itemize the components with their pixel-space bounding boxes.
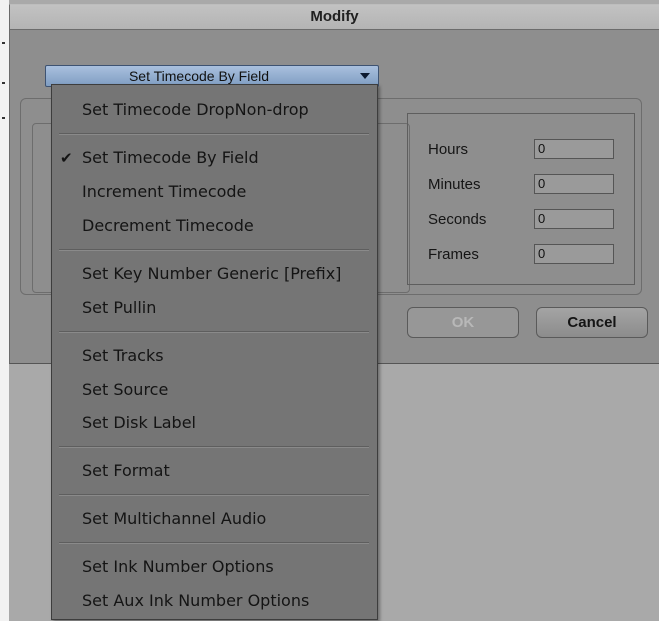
menu-item-set-aux-ink-number-options[interactable]: Set Aux Ink Number Options [52,586,377,616]
menu-item-set-disk-label[interactable]: Set Disk Label [52,408,377,438]
menu-item-set-pullin[interactable]: Set Pullin [52,293,377,323]
menu-item-label: Set Source [82,380,169,399]
background-tick [2,82,5,84]
menu-item-label: Decrement Timecode [82,216,254,235]
menu-item-set-ink-number-options[interactable]: Set Ink Number Options [52,552,377,582]
menu-item-set-source[interactable]: Set Source [52,375,377,405]
seconds-row: Seconds 0 [428,209,633,231]
menu-item-set-timecode-by-field[interactable]: ✔ Set Timecode By Field [52,143,377,173]
menu-item-label: Set Timecode By Field [82,148,259,167]
menu-item-decrement-timecode[interactable]: Decrement Timecode [52,211,377,241]
menu-item-label: Set Tracks [82,346,164,365]
modify-type-menu: Set Timecode DropNon-drop ✔ Set Timecode… [51,84,378,620]
background-tick [2,42,5,44]
menu-item-set-format[interactable]: Set Format [52,456,377,486]
menu-item-set-tracks[interactable]: Set Tracks [52,341,377,371]
background-tick [2,117,5,119]
menu-item-label: Set Aux Ink Number Options [82,591,310,610]
menu-item-label: Set Pullin [82,298,157,317]
frames-label: Frames [428,246,479,263]
checkmark-icon: ✔ [60,149,73,167]
menu-separator [59,446,369,448]
menu-item-label: Set Timecode DropNon-drop [82,100,309,119]
minutes-label: Minutes [428,176,481,193]
background-window-edge [0,0,9,621]
menu-item-label: Set Format [82,461,170,480]
menu-separator [59,494,369,496]
menu-separator [59,133,369,135]
menu-item-set-multichannel-audio[interactable]: Set Multichannel Audio [52,504,377,534]
timecode-fields-box: Hours 0 Minutes 0 Seconds 0 Frames 0 [407,113,635,285]
menu-item-label: Set Multichannel Audio [82,509,267,528]
chevron-down-icon [360,73,370,79]
menu-separator [59,249,369,251]
dialog-title[interactable]: Modify [10,5,659,30]
menu-item-label: Set Key Number Generic [Prefix] [82,264,342,283]
seconds-label: Seconds [428,211,487,228]
menu-item-increment-timecode[interactable]: Increment Timecode [52,177,377,207]
frames-row: Frames 0 [428,244,633,266]
minutes-row: Minutes 0 [428,174,633,196]
frames-field[interactable]: 0 [534,244,614,264]
hours-field[interactable]: 0 [534,139,614,159]
minutes-field[interactable]: 0 [534,174,614,194]
seconds-field[interactable]: 0 [534,209,614,229]
hours-row: Hours 0 [428,139,633,161]
menu-item-set-timecode-dropnondrop[interactable]: Set Timecode DropNon-drop [52,95,377,125]
cancel-button[interactable]: Cancel [536,307,648,338]
menu-separator [59,331,369,333]
hours-label: Hours [428,141,469,158]
menu-item-label: Set Ink Number Options [82,557,274,576]
dropdown-selected-label: Set Timecode By Field [128,68,270,84]
ok-button[interactable]: OK [407,307,519,338]
menu-item-label: Set Disk Label [82,413,196,432]
menu-item-label: Increment Timecode [82,182,247,201]
menu-item-set-key-number-generic[interactable]: Set Key Number Generic [Prefix] [52,259,377,289]
menu-separator [59,542,369,544]
